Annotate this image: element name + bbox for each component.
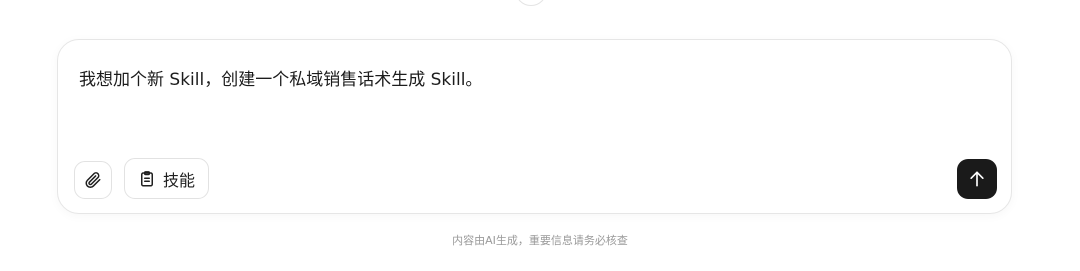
scroll-down-button[interactable] [515,0,547,6]
ai-disclaimer: 内容由AI生成，重要信息请务必核查 [452,234,628,247]
clipboard-icon [138,170,156,188]
arrow-up-icon [967,169,987,189]
send-button[interactable] [957,159,997,199]
attach-button[interactable] [74,161,112,199]
message-input[interactable]: 我想加个新 Skill，创建一个私域销售话术生成 Skill。 [79,68,989,92]
chat-composer: 我想加个新 Skill，创建一个私域销售话术生成 Skill。 技能 [57,39,1012,214]
skills-label: 技能 [163,170,196,190]
skills-button[interactable]: 技能 [124,158,210,199]
paperclip-icon [84,171,102,189]
